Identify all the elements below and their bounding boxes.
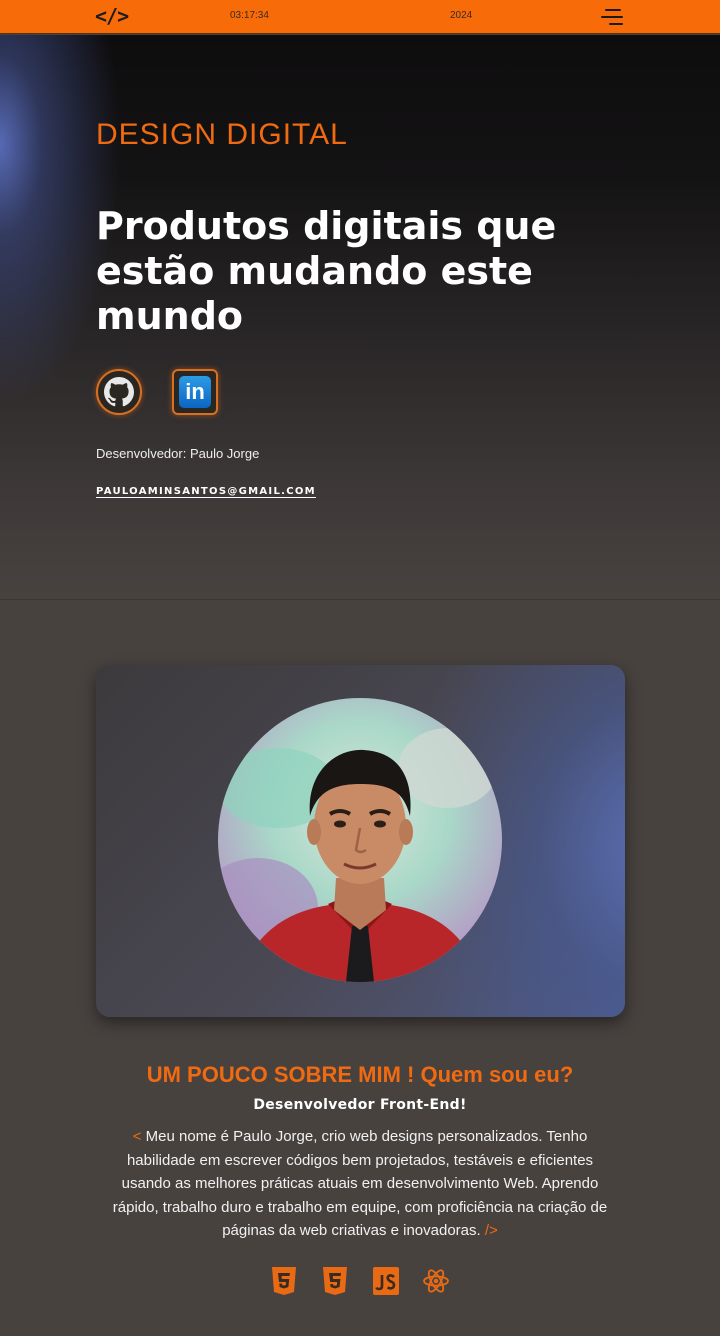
email-link[interactable]: PAULOAMINSANTOS@GMAIL.COM: [96, 486, 316, 497]
year: 2024: [450, 10, 473, 21]
open-tag: <: [132, 1128, 142, 1145]
about-subtitle: Desenvolvedor Front-End!: [253, 1097, 467, 1113]
javascript-icon: [373, 1267, 399, 1295]
react-icon: [423, 1269, 449, 1293]
about-title: UM POUCO SOBRE MIM ! Quem sou eu?: [146, 1062, 574, 1087]
github-icon: [104, 377, 134, 407]
linkedin-link[interactable]: in: [172, 369, 218, 415]
linkedin-icon: in: [179, 376, 211, 408]
close-tag: />: [484, 1222, 498, 1239]
hero-kicker: DESIGN DIGITAL: [96, 118, 348, 151]
about-paragraph: Meu nome é Paulo Jorge, crio web designs…: [112, 1128, 608, 1239]
html5-icon: [272, 1267, 296, 1295]
profile-card: [96, 665, 625, 1017]
clock: 03:17:34: [230, 10, 269, 21]
css3-icon: [323, 1267, 347, 1295]
github-link[interactable]: [96, 369, 142, 415]
hero-headline: Produtos digitais que estão mudando este…: [96, 204, 557, 338]
section-divider: [0, 599, 720, 600]
hamburger-menu-icon[interactable]: [601, 7, 625, 27]
logo[interactable]: </>: [95, 4, 129, 28]
about-text: < Meu nome é Paulo Jorge, crio web desig…: [110, 1125, 610, 1243]
top-bar: </> 03:17:34 2024: [0, 0, 720, 34]
developer-name: Desenvolvedor: Paulo Jorge: [96, 446, 260, 461]
avatar: [218, 698, 502, 982]
